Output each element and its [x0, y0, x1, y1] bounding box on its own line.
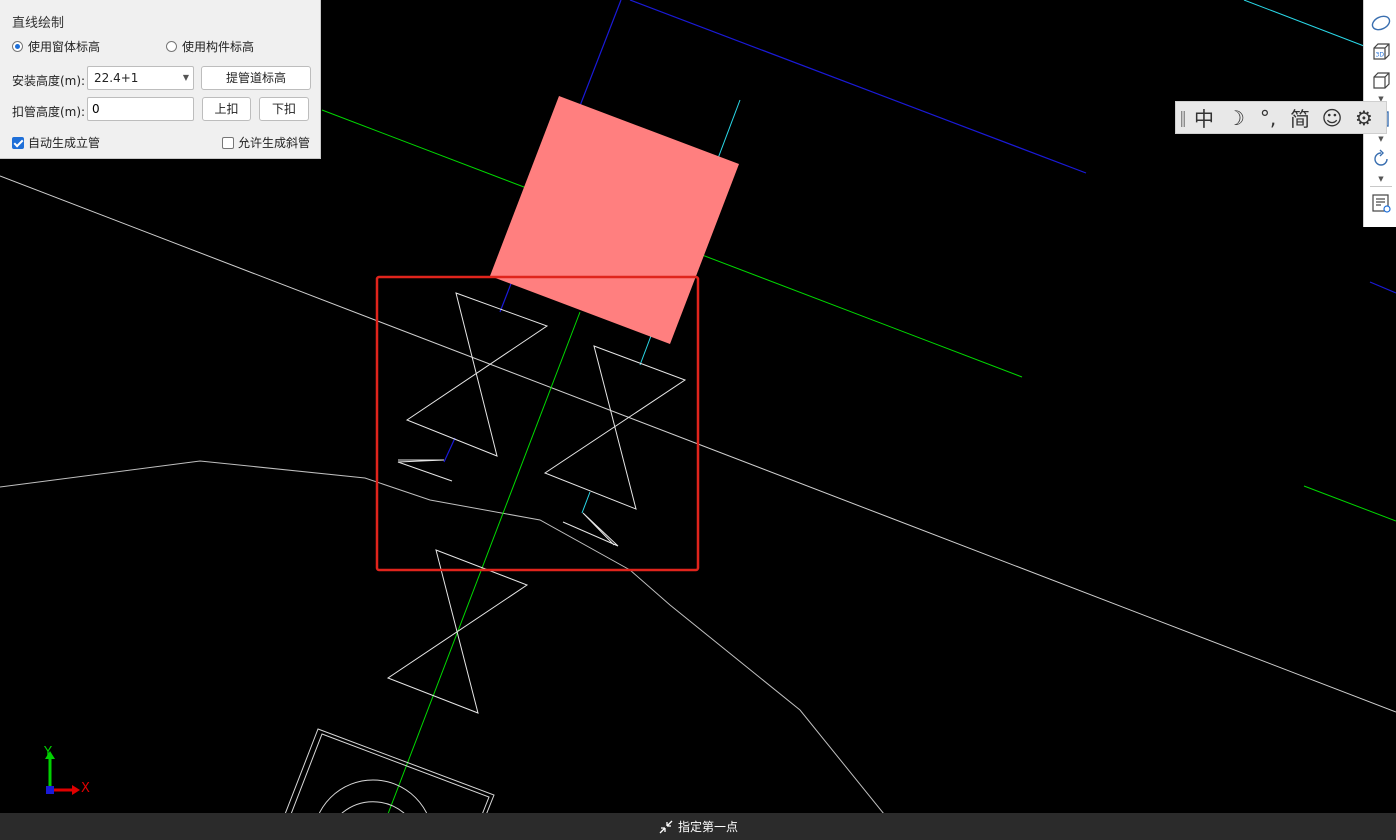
axis-indicator: Y X: [40, 745, 100, 800]
buckle-height-label: 扣管高度(m):: [12, 105, 86, 119]
pink-component: [490, 96, 739, 344]
status-bar: 指定第一点: [0, 813, 1396, 840]
toolbar-divider: [1370, 186, 1392, 187]
ime-simplified-mode[interactable]: 简: [1284, 103, 1316, 132]
checkbox-label: 允许生成斜管: [238, 136, 311, 150]
lift-pipe-elevation-button[interactable]: 提管道标高: [201, 66, 311, 90]
cube-view-icon[interactable]: [1370, 70, 1392, 92]
ime-chinese-mode[interactable]: 中: [1188, 103, 1220, 132]
use-component-elevation-radio[interactable]: 使用构件标高: [166, 38, 254, 55]
svg-text:3D: 3D: [1376, 52, 1385, 59]
line-draw-panel: 直线绘制 使用窗体标高 使用构件标高 安装高度(m): 22.4+1 ▼ 提管道…: [0, 0, 321, 159]
radio-label: 使用窗体标高: [28, 40, 101, 54]
chevron-down-icon[interactable]: ▼: [1376, 135, 1386, 143]
install-height-combo[interactable]: 22.4+1 ▼: [87, 66, 194, 90]
install-height-label: 安装高度(m):: [12, 74, 86, 88]
radio-label: 使用构件标高: [182, 40, 255, 54]
shrink-arrows-icon: [659, 820, 673, 833]
auto-riser-checkbox[interactable]: 自动生成立管: [12, 134, 100, 151]
axis-y-label: Y: [44, 745, 52, 760]
properties-list-icon[interactable]: [1370, 192, 1392, 214]
valve-symbol: [543, 345, 687, 510]
buckle-height-input[interactable]: [87, 97, 194, 121]
buckle-down-button[interactable]: 下扣: [259, 97, 309, 121]
dropdown-arrow-icon: ▼: [182, 73, 189, 82]
gear-icon[interactable]: ⚙: [1348, 106, 1380, 130]
radio-indicator: [12, 41, 23, 52]
pipe-cyan: [581, 491, 591, 514]
pipe-green: [377, 311, 581, 840]
chevron-down-icon[interactable]: ▼: [1376, 175, 1386, 183]
radio-indicator: [166, 41, 177, 52]
drag-handle-icon[interactable]: ‖: [1178, 108, 1188, 127]
valve-handle: [397, 459, 453, 482]
emoji-icon[interactable]: ☺: [1316, 106, 1348, 130]
ime-toolbar: ‖ 中 ☽ °, 简 ☺ ⚙: [1175, 101, 1387, 134]
pipe-blue: [1369, 281, 1396, 294]
checkbox-indicator: [12, 136, 24, 149]
view-3d-icon[interactable]: 3D: [1370, 41, 1392, 63]
allow-slant-pipe-checkbox[interactable]: 允许生成斜管: [222, 134, 310, 151]
valve-symbol: [405, 292, 549, 457]
moon-icon[interactable]: ☽: [1220, 106, 1252, 130]
valve-symbol: [386, 549, 529, 714]
pipe-cyan: [1243, 0, 1365, 47]
orbit-icon[interactable]: [1370, 12, 1392, 34]
checkbox-indicator: [222, 136, 234, 149]
panel-title: 直线绘制: [12, 16, 65, 31]
checkbox-label: 自动生成立管: [28, 136, 101, 150]
command-prompt: 指定第一点: [677, 820, 738, 834]
pipe-green: [1303, 485, 1396, 522]
use-window-elevation-radio[interactable]: 使用窗体标高: [12, 38, 100, 55]
pipe-blue: [629, 0, 1087, 174]
axis-x-label: X: [81, 781, 90, 796]
buckle-up-button[interactable]: 上扣: [202, 97, 251, 121]
rotate-icon[interactable]: [1370, 148, 1392, 170]
install-height-value: 22.4+1: [94, 71, 139, 85]
punctuation-mode[interactable]: °,: [1252, 106, 1284, 130]
pipe-blue: [443, 437, 456, 463]
valve-handle: [562, 512, 619, 547]
